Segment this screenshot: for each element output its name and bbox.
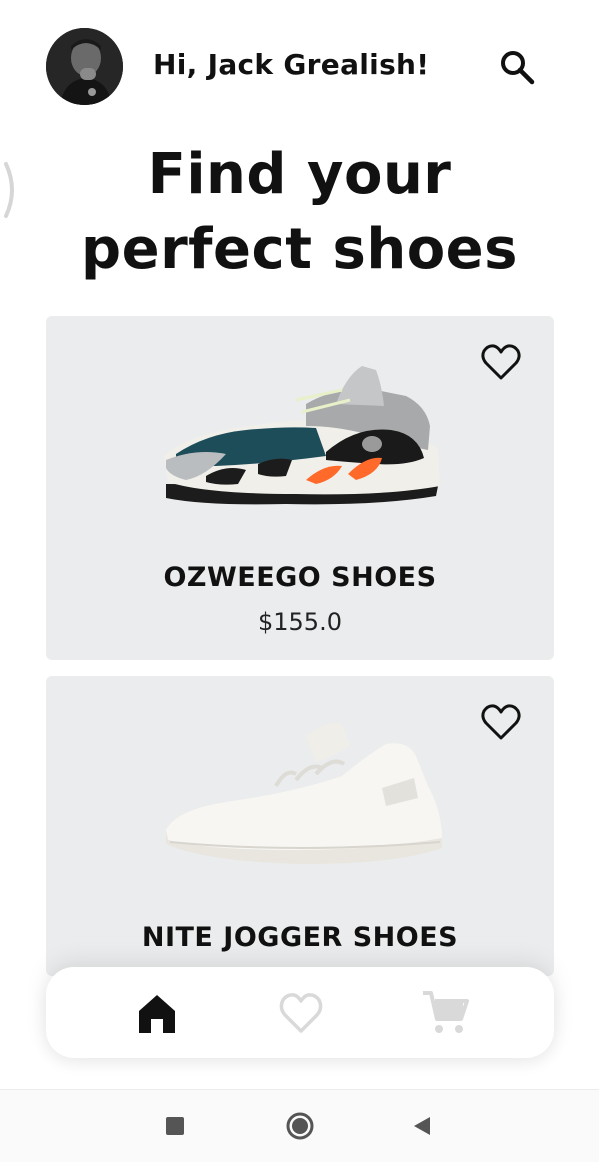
nav-home-button[interactable] xyxy=(133,989,181,1037)
product-name: NITE JOGGER SHOES xyxy=(141,922,459,953)
home-icon xyxy=(139,995,175,1033)
home-circle-icon xyxy=(286,1112,314,1140)
back-triangle-icon xyxy=(414,1117,430,1135)
heart-outline-icon xyxy=(481,704,521,740)
heart-outline-icon xyxy=(481,344,521,380)
favorite-button[interactable] xyxy=(480,702,522,742)
headline-line-1: Find your xyxy=(147,142,452,207)
avatar[interactable] xyxy=(46,28,123,105)
search-icon xyxy=(501,51,535,85)
favorite-button[interactable] xyxy=(480,342,522,382)
headline-line-2: perfect shoes xyxy=(81,217,518,282)
shoe-image xyxy=(164,366,440,505)
cart-icon xyxy=(423,991,469,1033)
heart-outline-icon xyxy=(279,993,323,1033)
product-card[interactable]: OZWEEGO SHOES $155.0 xyxy=(46,316,554,660)
system-home-button[interactable] xyxy=(285,1111,315,1145)
nav-favorites-button[interactable] xyxy=(277,989,325,1037)
recents-square-icon xyxy=(166,1117,184,1135)
back-button[interactable] xyxy=(412,1116,432,1140)
recents-button[interactable] xyxy=(166,1117,184,1139)
search-button[interactable] xyxy=(498,48,536,86)
shoe-image xyxy=(166,723,442,864)
greeting-text: Hi, Jack Grealish! xyxy=(153,48,430,81)
user-avatar-icon xyxy=(46,28,123,105)
product-card[interactable]: NITE JOGGER SHOES xyxy=(46,676,554,976)
product-price: $155.0 xyxy=(258,608,342,636)
nav-cart-button[interactable] xyxy=(421,989,469,1037)
bottom-navigation xyxy=(46,967,554,1058)
product-name: OZWEEGO SHOES xyxy=(163,562,437,593)
system-navigation-bar xyxy=(0,1089,599,1162)
